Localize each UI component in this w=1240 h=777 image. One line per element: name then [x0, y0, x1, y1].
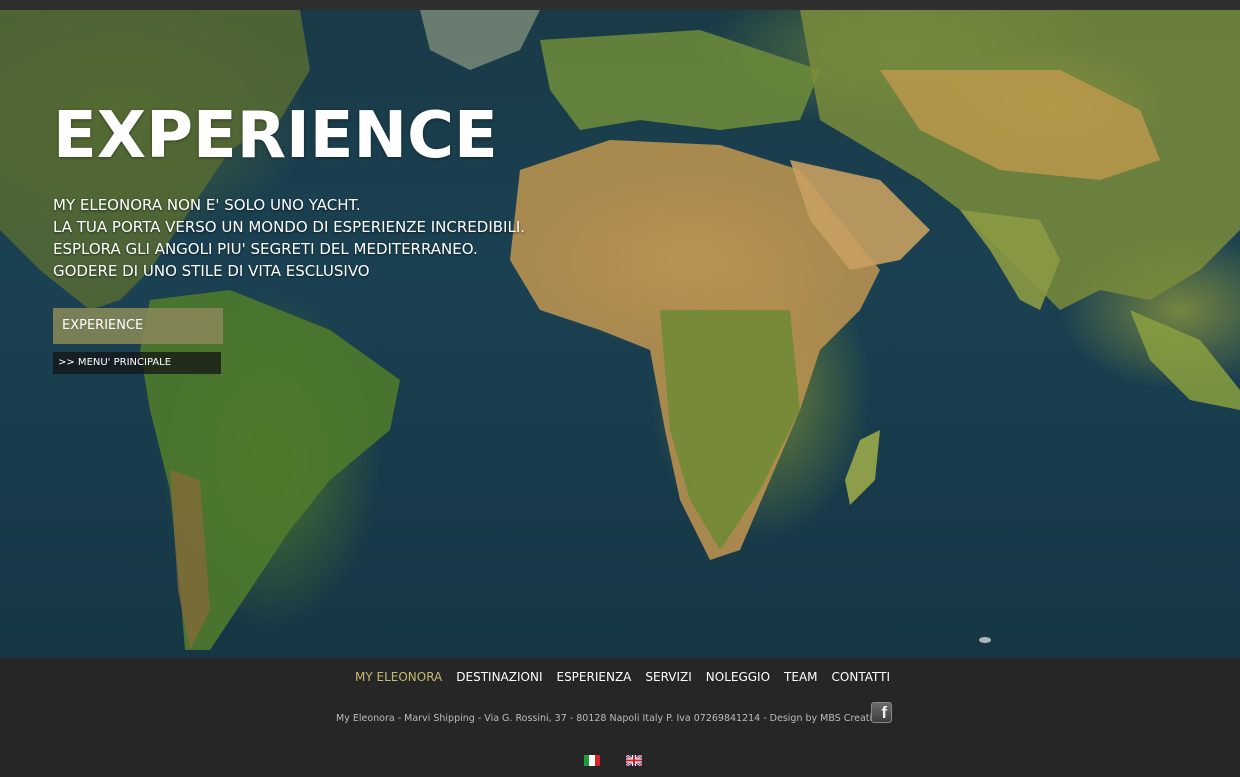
nav-item-servizi[interactable]: SERVIZI — [645, 670, 691, 684]
hero-description: MY ELEONORA NON E' SOLO UNO YACHT. LA TU… — [53, 194, 525, 282]
main-nav: MY ELEONORA DESTINAZIONI ESPERIENZA SERV… — [0, 670, 1240, 684]
nav-item-esperienza[interactable]: ESPERIENZA — [556, 670, 631, 684]
nav-item-my-eleonora[interactable]: MY ELEONORA — [355, 670, 442, 684]
nav-item-team[interactable]: TEAM — [784, 670, 817, 684]
nav-item-noleggio[interactable]: NOLEGGIO — [706, 670, 770, 684]
facebook-icon[interactable]: f — [871, 702, 892, 723]
hero-line: GODERE DI UNO STILE DI VITA ESCLUSIVO — [53, 262, 370, 280]
main-menu-button[interactable]: >> MENU' PRINCIPALE — [53, 352, 221, 374]
english-flag-icon[interactable] — [626, 755, 642, 766]
nav-item-destinazioni[interactable]: DESTINAZIONI — [456, 670, 542, 684]
hero-line: ESPLORA GLI ANGOLI PIU' SEGRETI DEL MEDI… — [53, 240, 478, 258]
nav-item-contatti[interactable]: CONTATTI — [832, 670, 890, 684]
hero-content: EXPERIENCE MY ELEONORA NON E' SOLO UNO Y… — [53, 100, 525, 282]
top-bar — [0, 0, 1240, 10]
experience-button[interactable]: EXPERIENCE — [53, 308, 223, 344]
italian-flag-icon[interactable] — [584, 755, 600, 766]
footer-company-info: My Eleonora - Marvi Shipping - Via G. Ro… — [336, 713, 889, 724]
page-title: EXPERIENCE — [53, 99, 498, 173]
hero-world-map-background: EXPERIENCE MY ELEONORA NON E' SOLO UNO Y… — [0, 10, 1240, 658]
footer: MY ELEONORA DESTINAZIONI ESPERIENZA SERV… — [0, 658, 1240, 777]
hero-line: LA TUA PORTA VERSO UN MONDO DI ESPERIENZ… — [53, 218, 526, 236]
hero-line: MY ELEONORA NON E' SOLO UNO YACHT. — [53, 196, 361, 214]
